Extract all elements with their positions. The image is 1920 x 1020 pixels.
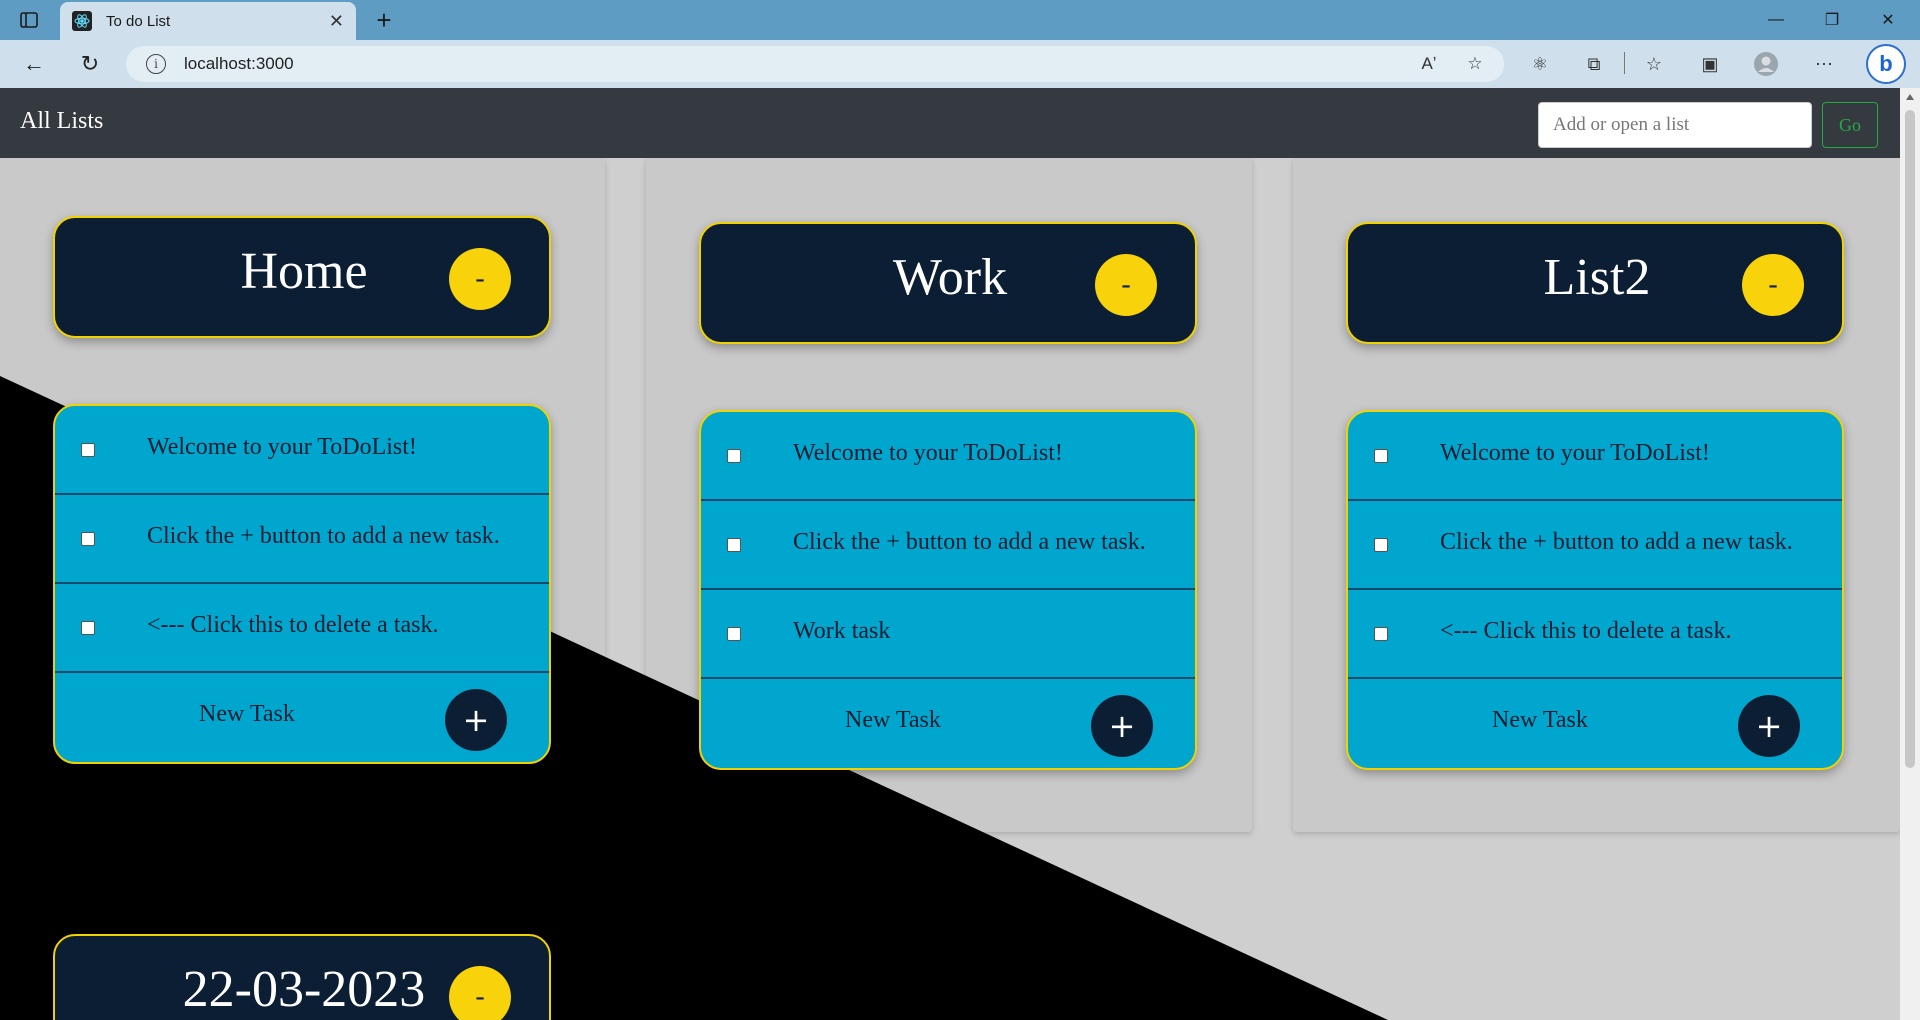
page-scrollbar[interactable] bbox=[1900, 88, 1920, 1020]
task-checkbox[interactable] bbox=[81, 443, 95, 457]
task-label: Click the + button to add a new task. bbox=[147, 523, 500, 549]
new-task-row: New Task + bbox=[55, 673, 549, 762]
list-header-list2: List2 - bbox=[1346, 222, 1844, 344]
window-close-icon[interactable]: ✕ bbox=[1860, 0, 1916, 40]
task-checkbox[interactable] bbox=[1374, 538, 1388, 552]
task-item: <--- Click this to delete a task. bbox=[1348, 590, 1842, 679]
browser-tab-bar: To do List ✕ + — ❐ ✕ bbox=[0, 0, 1920, 40]
task-item: <--- Click this to delete a task. bbox=[55, 584, 549, 673]
delete-list-button[interactable]: - bbox=[1095, 254, 1157, 316]
tab-title: To do List bbox=[106, 12, 171, 30]
task-checkbox[interactable] bbox=[727, 627, 741, 641]
task-item: Click the + button to add a new task. bbox=[1348, 501, 1842, 590]
new-task-input[interactable]: New Task bbox=[1492, 707, 1588, 734]
tab-close-icon[interactable]: ✕ bbox=[329, 11, 344, 32]
add-task-button[interactable]: + bbox=[1091, 695, 1153, 757]
site-info-icon[interactable]: i bbox=[146, 54, 166, 74]
back-icon[interactable]: ← bbox=[18, 48, 50, 80]
go-button[interactable]: Go bbox=[1822, 102, 1878, 148]
task-label: <--- Click this to delete a task. bbox=[147, 612, 439, 638]
task-label: Click the + button to add a new task. bbox=[793, 529, 1146, 555]
brand-title[interactable]: All Lists bbox=[20, 108, 103, 135]
task-label: <--- Click this to delete a task. bbox=[1440, 618, 1732, 644]
read-aloud-icon[interactable]: Aʼ bbox=[1416, 52, 1442, 76]
task-label: Work task bbox=[793, 618, 891, 644]
new-tab-icon[interactable]: + bbox=[368, 4, 400, 36]
tab-actions-icon[interactable] bbox=[16, 8, 42, 32]
react-icon bbox=[72, 11, 92, 31]
browser-toolbar: ← ↻ i localhost:3000 Aʼ ☆ ⚛ ⧉ ☆ ▣ ⋯ bbox=[0, 40, 1920, 88]
add-task-button[interactable]: + bbox=[445, 689, 507, 751]
favorites-icon[interactable]: ☆ bbox=[1640, 50, 1668, 78]
more-options-icon[interactable]: ⋯ bbox=[1810, 50, 1838, 78]
toolbar-separator bbox=[1624, 52, 1625, 74]
bing-copilot-icon[interactable]: b bbox=[1866, 44, 1906, 84]
list-header-home: Home - bbox=[53, 216, 551, 338]
task-checkbox[interactable] bbox=[1374, 627, 1388, 641]
list-header-work: Work - bbox=[699, 222, 1197, 344]
task-list-work: Welcome to your ToDoList! Click the + bu… bbox=[699, 410, 1197, 770]
page-viewport: All Lists Go Home - Welcome to your ToDo… bbox=[0, 88, 1900, 1020]
task-label: Welcome to your ToDoList! bbox=[147, 434, 417, 460]
url-text: localhost:3000 bbox=[184, 54, 294, 73]
profile-avatar-icon[interactable] bbox=[1752, 50, 1780, 78]
new-task-input[interactable]: New Task bbox=[845, 707, 941, 734]
app-navbar: All Lists Go bbox=[0, 88, 1900, 158]
new-task-row: New Task + bbox=[701, 679, 1195, 768]
task-label: Welcome to your ToDoList! bbox=[1440, 440, 1710, 466]
add-favorite-icon[interactable]: ☆ bbox=[1462, 52, 1488, 76]
add-task-button[interactable]: + bbox=[1738, 695, 1800, 757]
delete-list-button[interactable]: - bbox=[449, 248, 511, 310]
task-label: Welcome to your ToDoList! bbox=[793, 440, 1063, 466]
task-checkbox[interactable] bbox=[81, 621, 95, 635]
list-header-date: 22-03-2023 - bbox=[53, 934, 551, 1020]
task-item: Welcome to your ToDoList! bbox=[1348, 412, 1842, 501]
task-item: Work task bbox=[701, 590, 1195, 679]
list-search-input[interactable] bbox=[1538, 102, 1812, 148]
react-devtools-icon[interactable]: ⚛ bbox=[1526, 50, 1554, 78]
new-task-row: New Task + bbox=[1348, 679, 1842, 768]
task-item: Click the + button to add a new task. bbox=[701, 501, 1195, 590]
extensions-icon[interactable]: ⧉ bbox=[1580, 50, 1608, 78]
new-task-input[interactable]: New Task bbox=[199, 701, 295, 728]
task-list-home: Welcome to your ToDoList! Click the + bu… bbox=[53, 404, 551, 764]
task-item: Welcome to your ToDoList! bbox=[701, 412, 1195, 501]
refresh-icon[interactable]: ↻ bbox=[74, 48, 106, 80]
task-label: Click the + button to add a new task. bbox=[1440, 529, 1793, 555]
task-item: Welcome to your ToDoList! bbox=[55, 406, 549, 495]
task-checkbox[interactable] bbox=[727, 538, 741, 552]
restore-icon[interactable]: ❐ bbox=[1804, 0, 1860, 40]
task-checkbox[interactable] bbox=[1374, 449, 1388, 463]
scroll-up-arrow-icon[interactable] bbox=[1906, 94, 1914, 100]
task-list-list2: Welcome to your ToDoList! Click the + bu… bbox=[1346, 410, 1844, 770]
address-bar[interactable]: i localhost:3000 Aʼ ☆ bbox=[126, 46, 1504, 82]
delete-list-button[interactable]: - bbox=[1742, 254, 1804, 316]
task-checkbox[interactable] bbox=[81, 532, 95, 546]
delete-list-button[interactable]: - bbox=[449, 966, 511, 1020]
task-checkbox[interactable] bbox=[727, 449, 741, 463]
task-item: Click the + button to add a new task. bbox=[55, 495, 549, 584]
collections-icon[interactable]: ▣ bbox=[1696, 50, 1724, 78]
browser-tab[interactable]: To do List ✕ bbox=[60, 2, 356, 40]
scrollbar-thumb[interactable] bbox=[1905, 110, 1915, 768]
minimize-icon[interactable]: — bbox=[1748, 0, 1804, 40]
